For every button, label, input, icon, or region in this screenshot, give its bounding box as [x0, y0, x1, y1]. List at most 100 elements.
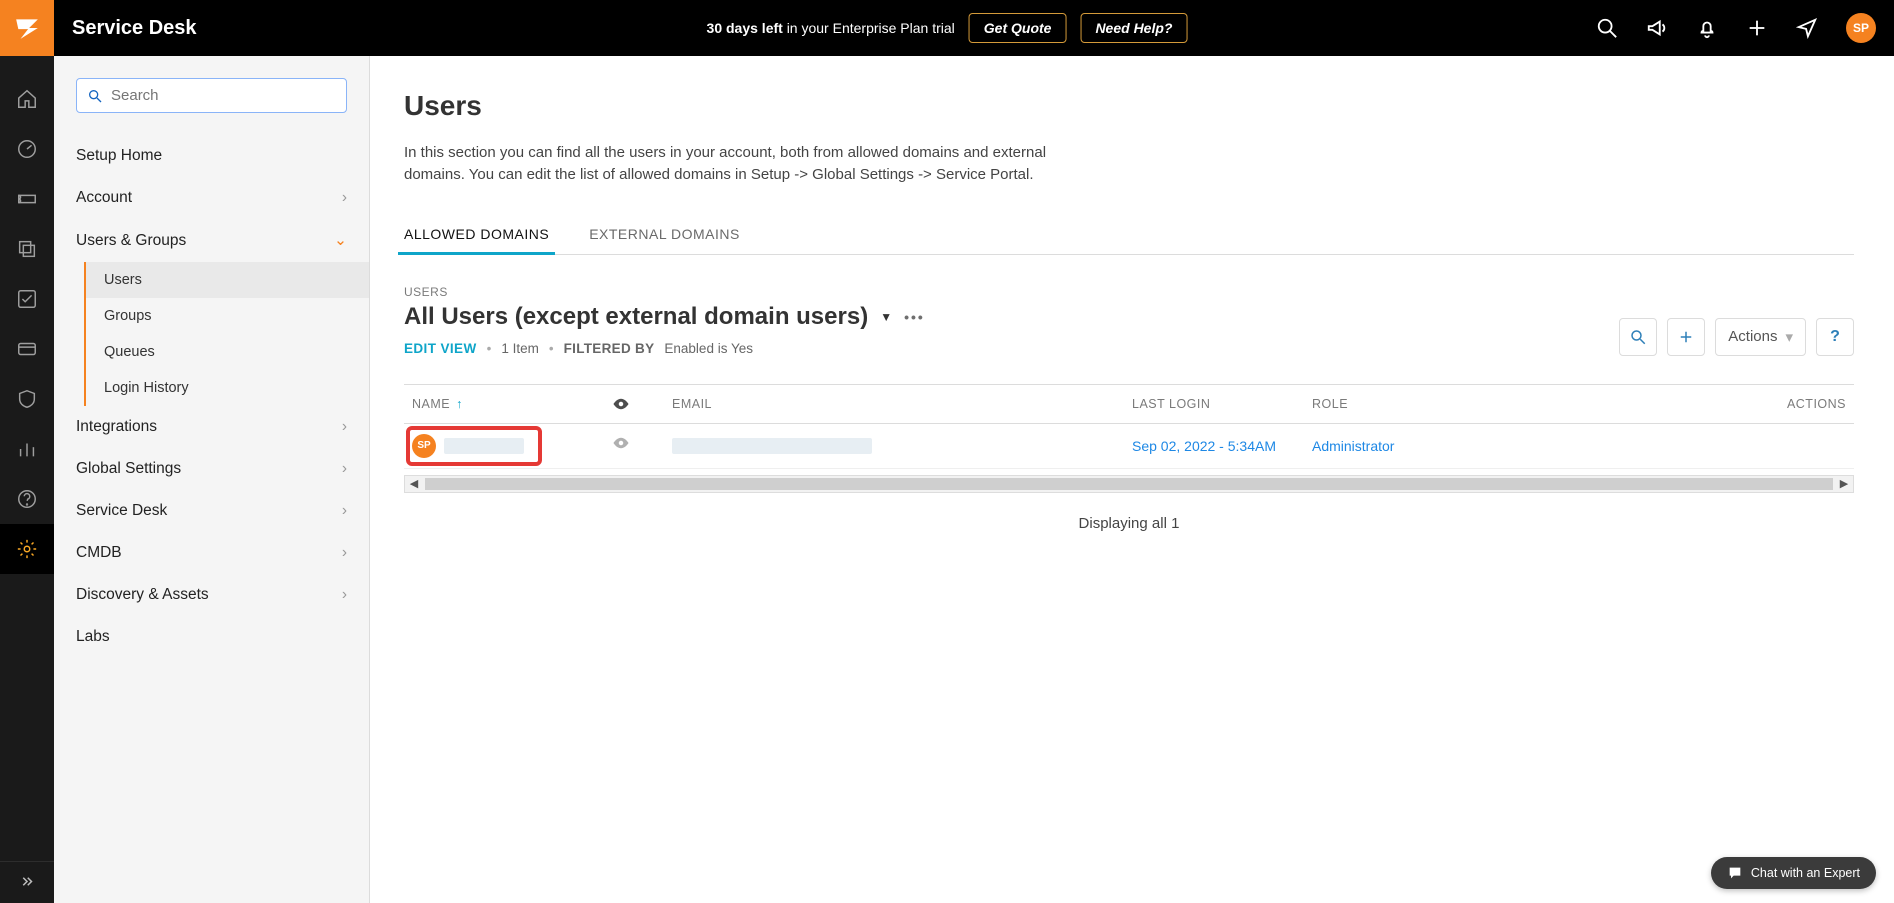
chevron-right-icon: › — [342, 502, 347, 520]
panel-title-row: All Users (except external domain users)… — [404, 303, 925, 331]
panel-title: All Users (except external domain users) — [404, 303, 868, 331]
tab-external-domains[interactable]: EXTERNAL DOMAINS — [589, 226, 740, 254]
panel-help-button[interactable]: ? — [1816, 318, 1854, 356]
chevron-right-icon: › — [342, 189, 347, 207]
location-icon[interactable] — [1796, 17, 1818, 39]
brand-logo[interactable] — [0, 0, 54, 56]
cell-name[interactable]: SP — [412, 434, 612, 458]
page-description: In this section you can find all the use… — [404, 142, 1084, 186]
sidebar-sublist-users-groups: Users Groups Queues Login History — [84, 262, 369, 406]
col-role[interactable]: ROLE — [1312, 397, 1472, 411]
col-last-login[interactable]: LAST LOGIN — [1132, 397, 1312, 411]
panel-search-button[interactable] — [1619, 318, 1657, 356]
rail-expand-icon[interactable] — [0, 861, 54, 903]
cell-visibility[interactable] — [612, 434, 672, 457]
title-dropdown-icon[interactable]: ▼ — [880, 310, 892, 324]
sidebar-item-global-settings[interactable]: Global Settings› — [54, 448, 369, 490]
col-email[interactable]: EMAIL — [672, 397, 1132, 411]
rail-copy-icon[interactable] — [0, 224, 54, 274]
eye-icon — [612, 434, 630, 452]
sidebar-item-cmdb[interactable]: CMDB› — [54, 532, 369, 574]
filtered-by-label: FILTERED BY — [564, 341, 655, 356]
sidebar-item-account[interactable]: Account › — [54, 177, 369, 219]
cell-role[interactable]: Administrator — [1312, 438, 1472, 454]
chat-widget[interactable]: Chat with an Expert — [1711, 857, 1876, 889]
sidebar-item-label: Global Settings — [76, 460, 181, 478]
redacted-email — [672, 438, 872, 454]
rail-help-icon[interactable] — [0, 474, 54, 524]
sidebar-item-label: Account — [76, 189, 132, 207]
trial-rest: in your Enterprise Plan trial — [783, 20, 955, 36]
domain-tabs: ALLOWED DOMAINS EXTERNAL DOMAINS — [404, 226, 1854, 255]
meta-sep: • — [487, 341, 492, 356]
table-row[interactable]: SP Sep 02, 2022 - 5:34AM Administrator — [404, 424, 1854, 469]
sidebar-item-discovery[interactable]: Discovery & Assets› — [54, 574, 369, 616]
rail-dashboard-icon[interactable] — [0, 124, 54, 174]
page-title: Users — [404, 90, 1854, 122]
sidebar-item-label: Service Desk — [76, 502, 167, 520]
rail-ticket-icon[interactable] — [0, 174, 54, 224]
chevron-right-icon: › — [342, 418, 347, 436]
caret-down-icon: ▾ — [1785, 328, 1793, 346]
search-icon[interactable] — [1596, 17, 1618, 39]
sidebar-sub-groups[interactable]: Groups — [86, 298, 369, 334]
avatar[interactable]: SP — [1846, 13, 1876, 43]
megaphone-icon[interactable] — [1646, 17, 1668, 39]
sidebar-sub-login-history[interactable]: Login History — [86, 370, 369, 406]
sidebar-item-labs[interactable]: Labs — [54, 616, 369, 658]
col-name[interactable]: NAME↑ — [412, 397, 612, 411]
panel-label: USERS — [404, 285, 925, 299]
edit-view-link[interactable]: EDIT VIEW — [404, 341, 477, 356]
need-help-button[interactable]: Need Help? — [1080, 13, 1187, 43]
trial-text: 30 days left in your Enterprise Plan tri… — [707, 20, 955, 36]
brand-wing-icon — [14, 15, 40, 41]
setup-search[interactable] — [76, 78, 347, 113]
sidebar-item-integrations[interactable]: Integrations› — [54, 406, 369, 448]
scroll-left-arrow[interactable]: ◀ — [405, 476, 423, 492]
search-icon — [87, 88, 103, 104]
cell-email — [672, 438, 1132, 454]
sidebar-item-service-desk[interactable]: Service Desk › — [54, 490, 369, 532]
col-visibility[interactable] — [612, 395, 672, 413]
rail-home-icon[interactable] — [0, 74, 54, 124]
rail-card-icon[interactable] — [0, 324, 54, 374]
panel-add-button[interactable] — [1667, 318, 1705, 356]
actions-button-label: Actions — [1728, 328, 1777, 345]
rail-check-icon[interactable] — [0, 274, 54, 324]
bell-icon[interactable] — [1696, 17, 1718, 39]
sidebar-sub-users[interactable]: Users — [86, 262, 369, 298]
main-content: Users In this section you can find all t… — [370, 56, 1894, 592]
tab-allowed-domains[interactable]: ALLOWED DOMAINS — [404, 226, 549, 254]
panel-actions-dropdown[interactable]: Actions ▾ — [1715, 318, 1806, 356]
meta-sep: • — [549, 341, 554, 356]
sidebar-item-label: Setup Home — [76, 147, 162, 165]
chat-icon — [1727, 865, 1743, 881]
sidebar-item-label: Discovery & Assets — [76, 586, 209, 604]
col-actions[interactable]: ACTIONS — [1472, 397, 1846, 411]
sidebar-sub-queues[interactable]: Queues — [86, 334, 369, 370]
sort-asc-icon: ↑ — [456, 397, 463, 411]
trial-days-left: 30 days left — [707, 20, 783, 36]
rail-shield-icon[interactable] — [0, 374, 54, 424]
sidebar-item-setup-home[interactable]: Setup Home — [54, 135, 369, 177]
panel-actions: Actions ▾ ? — [1619, 318, 1854, 356]
sidebar-item-users-groups[interactable]: Users & Groups⌄ — [54, 219, 369, 262]
trial-banner: 30 days left in your Enterprise Plan tri… — [707, 13, 1188, 43]
scroll-right-arrow[interactable]: ▶ — [1835, 476, 1853, 492]
setup-sidebar: Setup Home Account › Users & Groups⌄ User… — [54, 56, 370, 903]
panel-more-icon[interactable]: ••• — [904, 309, 925, 325]
rail-analytics-icon[interactable] — [0, 424, 54, 474]
search-input[interactable] — [109, 86, 336, 105]
table-footer-text: Displaying all 1 — [404, 515, 1854, 532]
horizontal-scrollbar[interactable]: ◀ ▶ — [404, 475, 1854, 493]
app-title[interactable]: Service Desk — [72, 17, 197, 40]
scroll-thumb[interactable] — [425, 478, 1833, 490]
plus-icon[interactable] — [1746, 17, 1768, 39]
chevron-down-icon: ⌄ — [334, 231, 347, 250]
cell-last-login[interactable]: Sep 02, 2022 - 5:34AM — [1132, 438, 1312, 454]
highlight-box — [406, 426, 542, 466]
filter-text: Enabled is Yes — [664, 341, 753, 356]
panel-meta: EDIT VIEW • 1 Item • FILTERED BY Enabled… — [404, 341, 925, 356]
rail-settings-icon[interactable] — [0, 524, 54, 574]
get-quote-button[interactable]: Get Quote — [969, 13, 1067, 43]
